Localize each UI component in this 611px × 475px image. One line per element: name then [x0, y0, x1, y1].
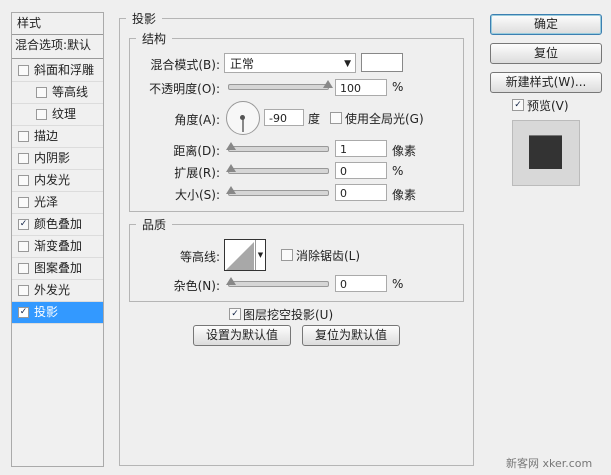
style-item[interactable]: 斜面和浮雕 — [12, 60, 103, 82]
structure-title: 结构 — [142, 32, 167, 46]
blend-options-item[interactable]: 混合选项:默认 — [12, 35, 103, 59]
spread-label: 扩展(R): — [174, 166, 220, 180]
ok-button[interactable]: 确定 — [490, 14, 602, 35]
distance-slider[interactable] — [226, 142, 329, 152]
style-item[interactable]: 描边 — [12, 126, 103, 148]
blend-mode-value: 正常 — [230, 57, 255, 71]
style-item-label: 颜色叠加 — [34, 217, 83, 231]
style-item[interactable]: 光泽 — [12, 192, 103, 214]
preview-label: 预览(V) — [527, 99, 569, 113]
opacity-label: 不透明度(O): — [149, 82, 220, 96]
chevron-down-icon: ▼ — [344, 59, 351, 69]
style-checkbox[interactable] — [36, 109, 47, 120]
style-checkbox[interactable]: ✓ — [18, 307, 29, 318]
contour-label: 等高线: — [179, 250, 220, 264]
style-item-label: 投影 — [34, 305, 59, 319]
opacity-input[interactable]: 100 — [335, 79, 387, 96]
percent-unit: % — [392, 277, 404, 291]
style-item[interactable]: 纹理 — [12, 104, 103, 126]
style-preview — [512, 120, 580, 186]
pixel-unit: 像素 — [392, 144, 417, 158]
blend-mode-select[interactable]: 正常 ▼ — [224, 53, 356, 73]
panel-title: 投影 — [132, 12, 157, 26]
watermark: 新客网 xker.com — [506, 457, 593, 470]
style-checkbox[interactable] — [36, 87, 47, 98]
style-item-label: 外发光 — [34, 283, 71, 297]
style-checkbox[interactable] — [18, 263, 29, 274]
style-item[interactable]: ✓ 颜色叠加 — [12, 214, 103, 236]
styles-title: 样式 — [17, 16, 42, 30]
style-checkbox[interactable] — [18, 153, 29, 164]
global-light-checkbox[interactable] — [330, 112, 342, 124]
percent-unit: % — [392, 164, 404, 178]
style-item[interactable]: 渐变叠加 — [12, 236, 103, 258]
distance-input[interactable]: 1 — [335, 140, 387, 157]
style-checkbox[interactable] — [18, 65, 29, 76]
global-light-label: 使用全局光(G) — [345, 112, 424, 126]
contour-picker[interactable]: ▼ — [224, 239, 266, 271]
style-item[interactable]: ✓ 投影 — [12, 302, 103, 324]
opacity-slider[interactable] — [228, 80, 333, 90]
style-item-label: 纹理 — [52, 107, 77, 121]
angle-input[interactable]: -90 — [264, 109, 304, 126]
blend-options-label: 混合选项:默认 — [15, 38, 92, 52]
set-default-button[interactable]: 设置为默认值 — [193, 325, 291, 346]
reset-default-button[interactable]: 复位为默认值 — [302, 325, 400, 346]
style-item[interactable]: 外发光 — [12, 280, 103, 302]
style-item-label: 内发光 — [34, 173, 71, 187]
style-item-label: 等高线 — [52, 85, 89, 99]
styles-header: 样式 — [12, 13, 103, 35]
style-checkbox[interactable] — [18, 197, 29, 208]
styles-list: 样式混合选项:默认斜面和浮雕等高线纹理描边内阴影内发光光泽 ✓ 颜色叠加渐变叠加图案… — [11, 12, 104, 467]
style-checkbox[interactable]: ✓ — [18, 219, 29, 230]
style-item-label: 光泽 — [34, 195, 59, 209]
style-item-label: 渐变叠加 — [34, 239, 83, 253]
style-item[interactable]: 图案叠加 — [12, 258, 103, 280]
style-item[interactable]: 内阴影 — [12, 148, 103, 170]
style-checkbox[interactable] — [18, 285, 29, 296]
percent-unit: % — [392, 80, 404, 94]
style-item-label: 图案叠加 — [34, 261, 83, 275]
style-item-label: 内阴影 — [34, 151, 71, 165]
style-checkbox[interactable] — [18, 131, 29, 142]
style-item-label: 斜面和浮雕 — [34, 63, 95, 77]
new-style-button[interactable]: 新建样式(W)... — [490, 72, 602, 93]
noise-label: 杂色(N): — [173, 279, 220, 293]
knockout-checkbox[interactable]: ✓ — [229, 308, 241, 320]
degree-unit: 度 — [308, 112, 321, 126]
noise-input[interactable]: 0 — [335, 275, 387, 292]
angle-label: 角度(A): — [174, 113, 220, 127]
size-slider[interactable] — [226, 186, 329, 196]
antialias-label: 消除锯齿(L) — [296, 249, 361, 263]
reset-button[interactable]: 复位 — [490, 43, 602, 64]
spread-input[interactable]: 0 — [335, 162, 387, 179]
style-item-label: 描边 — [34, 129, 59, 143]
chevron-down-icon: ▼ — [255, 240, 265, 270]
angle-dial[interactable] — [226, 101, 260, 135]
spread-slider[interactable] — [226, 164, 329, 174]
distance-label: 距离(D): — [173, 144, 220, 158]
slider-thumb[interactable] — [323, 80, 333, 88]
style-item[interactable]: 内发光 — [12, 170, 103, 192]
size-label: 大小(S): — [174, 188, 220, 202]
style-checkbox[interactable] — [18, 241, 29, 252]
knockout-label: 图层挖空投影(U) — [243, 308, 334, 322]
blend-mode-label: 混合模式(B): — [150, 58, 220, 72]
style-item[interactable]: 等高线 — [12, 82, 103, 104]
size-input[interactable]: 0 — [335, 184, 387, 201]
style-checkbox[interactable] — [18, 175, 29, 186]
shadow-color-swatch[interactable] — [361, 53, 403, 72]
antialias-checkbox[interactable] — [281, 249, 293, 261]
noise-slider[interactable] — [226, 277, 329, 287]
pixel-unit: 像素 — [392, 188, 417, 202]
preview-checkbox[interactable]: ✓ — [512, 99, 524, 111]
quality-title: 品质 — [142, 218, 167, 232]
contour-preview-icon — [226, 242, 254, 270]
